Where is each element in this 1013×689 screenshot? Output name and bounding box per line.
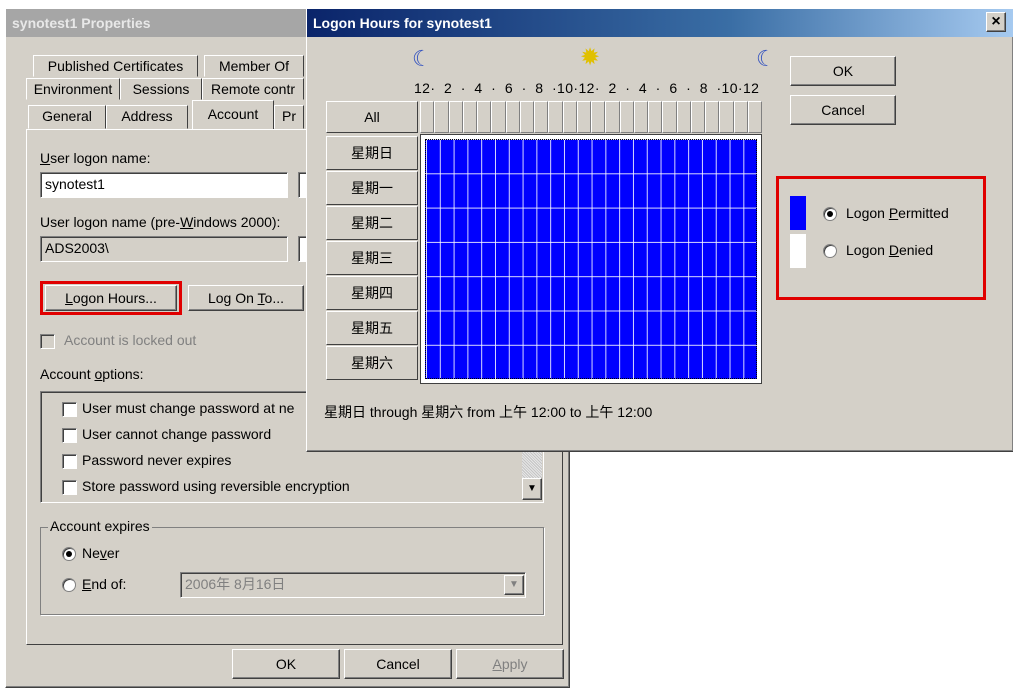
hour-column-button[interactable] bbox=[462, 101, 477, 133]
denied-color-swatch bbox=[790, 234, 806, 268]
end-date-dropdown-icon: ▼ bbox=[504, 575, 524, 595]
pre2000-label: User logon name (pre-Windows 2000): bbox=[40, 214, 281, 230]
hour-column-button[interactable] bbox=[747, 101, 762, 133]
permitted-hours-fill bbox=[425, 139, 757, 379]
hour-column-button[interactable] bbox=[719, 101, 734, 133]
hour-column-button[interactable] bbox=[562, 101, 577, 133]
select-all-button[interactable]: All bbox=[326, 101, 418, 133]
option-checkbox-reversible[interactable] bbox=[62, 480, 77, 495]
hour-column-button[interactable] bbox=[690, 101, 705, 133]
logon-hours-title-bar: Logon Hours for synotest1 bbox=[307, 9, 1013, 37]
log-on-to-button[interactable]: Log On To... bbox=[188, 285, 304, 311]
logon-hours-title: Logon Hours for synotest1 bbox=[313, 15, 492, 31]
hour-column-button[interactable] bbox=[662, 101, 677, 133]
option-checkbox-must-change[interactable] bbox=[62, 402, 77, 417]
expires-never-label: Never bbox=[82, 545, 120, 561]
tab-sessions[interactable]: Sessions bbox=[120, 78, 202, 100]
account-options-label: Account options: bbox=[40, 366, 144, 382]
expires-never-radio[interactable] bbox=[62, 547, 76, 561]
hour-column-button[interactable] bbox=[705, 101, 720, 133]
day-row-wednesday[interactable]: 星期三 bbox=[326, 241, 418, 275]
moon-icon-right: ☾ bbox=[756, 46, 776, 71]
user-logon-input[interactable]: synotest1 bbox=[40, 172, 288, 198]
logon-ok-button[interactable]: OK bbox=[790, 56, 896, 86]
hour-column-button[interactable] bbox=[648, 101, 663, 133]
locked-out-checkbox bbox=[40, 334, 55, 349]
hour-column-button[interactable] bbox=[477, 101, 492, 133]
option-label-must-change: User must change password at ne bbox=[82, 400, 295, 416]
properties-apply-button: Apply bbox=[456, 649, 564, 679]
sun-icon: ✹ bbox=[580, 44, 601, 71]
hour-column-button[interactable] bbox=[491, 101, 506, 133]
locked-out-label: Account is locked out bbox=[64, 332, 197, 348]
day-row-tuesday[interactable]: 星期二 bbox=[326, 206, 418, 240]
hour-column-button[interactable] bbox=[676, 101, 691, 133]
tab-general[interactable]: General bbox=[28, 105, 106, 129]
expires-end-of-radio[interactable] bbox=[62, 578, 76, 592]
account-expires-group bbox=[40, 527, 544, 615]
hour-column-button[interactable] bbox=[420, 101, 435, 133]
tab-published-certificates[interactable]: Published Certificates bbox=[33, 55, 198, 77]
legend-highlight bbox=[776, 176, 986, 300]
option-checkbox-cannot-change[interactable] bbox=[62, 428, 77, 443]
logon-hours-grid[interactable] bbox=[420, 134, 762, 384]
option-label-never-expires: Password never expires bbox=[82, 452, 232, 468]
hour-column-button[interactable] bbox=[633, 101, 648, 133]
day-row-thursday[interactable]: 星期四 bbox=[326, 276, 418, 310]
tab-environment[interactable]: Environment bbox=[26, 78, 120, 100]
hour-column-button[interactable] bbox=[591, 101, 606, 133]
user-logon-label: User logon name: bbox=[40, 150, 151, 166]
logon-denied-label: Logon Denied bbox=[846, 242, 934, 258]
day-row-friday[interactable]: 星期五 bbox=[326, 311, 418, 345]
tab-remote-control[interactable]: Remote contr bbox=[202, 78, 304, 100]
pre2000-domain-input[interactable]: ADS2003\ bbox=[40, 236, 288, 262]
logon-hours-button[interactable]: Logon Hours... bbox=[45, 285, 177, 311]
hour-column-button[interactable] bbox=[548, 101, 563, 133]
hour-column-button[interactable] bbox=[519, 101, 534, 133]
options-scroll-down-button[interactable]: ▼ bbox=[522, 478, 542, 500]
hour-column-button[interactable] bbox=[434, 101, 449, 133]
permitted-color-swatch bbox=[790, 196, 806, 230]
account-expires-label: Account expires bbox=[48, 518, 152, 534]
day-row-sunday[interactable]: 星期日 bbox=[326, 136, 418, 170]
hour-column-button[interactable] bbox=[576, 101, 591, 133]
properties-title: synotest1 Properties bbox=[12, 15, 151, 31]
moon-icon-left: ☾ bbox=[412, 46, 432, 71]
end-date-picker: 2006年 8月16日 bbox=[180, 572, 526, 598]
hour-column-button[interactable] bbox=[619, 101, 634, 133]
logon-cancel-button[interactable]: Cancel bbox=[790, 95, 896, 125]
hour-column-button[interactable] bbox=[448, 101, 463, 133]
tab-account[interactable]: Account bbox=[192, 100, 274, 130]
close-icon[interactable]: × bbox=[986, 12, 1006, 32]
options-scrollbar-track[interactable] bbox=[522, 450, 542, 480]
logon-permitted-radio[interactable] bbox=[823, 207, 837, 221]
tab-member-of[interactable]: Member Of bbox=[204, 55, 304, 77]
logon-denied-radio[interactable] bbox=[823, 244, 837, 258]
properties-ok-button[interactable]: OK bbox=[232, 649, 340, 679]
day-row-saturday[interactable]: 星期六 bbox=[326, 346, 418, 380]
hour-column-button[interactable] bbox=[505, 101, 520, 133]
option-label-reversible: Store password using reversible encrypti… bbox=[82, 478, 350, 494]
logon-permitted-label: Logon Permitted bbox=[846, 205, 949, 221]
logon-status-text: 星期日 through 星期六 from 上午 12:00 to 上午 12:0… bbox=[324, 404, 653, 420]
properties-cancel-button[interactable]: Cancel bbox=[344, 649, 452, 679]
option-checkbox-never-expires[interactable] bbox=[62, 454, 77, 469]
expires-end-of-label: End of: bbox=[82, 576, 127, 592]
hour-column-button[interactable] bbox=[733, 101, 748, 133]
day-row-monday[interactable]: 星期一 bbox=[326, 171, 418, 205]
hour-column-button[interactable] bbox=[605, 101, 620, 133]
hour-scale-labels: 12· 2 · 4 · 6 · 8 ·10·12· 2 · 4 · 6 · 8 … bbox=[414, 80, 760, 96]
tab-profile[interactable]: Pr bbox=[274, 105, 304, 129]
tab-address[interactable]: Address bbox=[106, 105, 188, 129]
hour-column-button[interactable] bbox=[534, 101, 549, 133]
option-label-cannot-change: User cannot change password bbox=[82, 426, 272, 442]
